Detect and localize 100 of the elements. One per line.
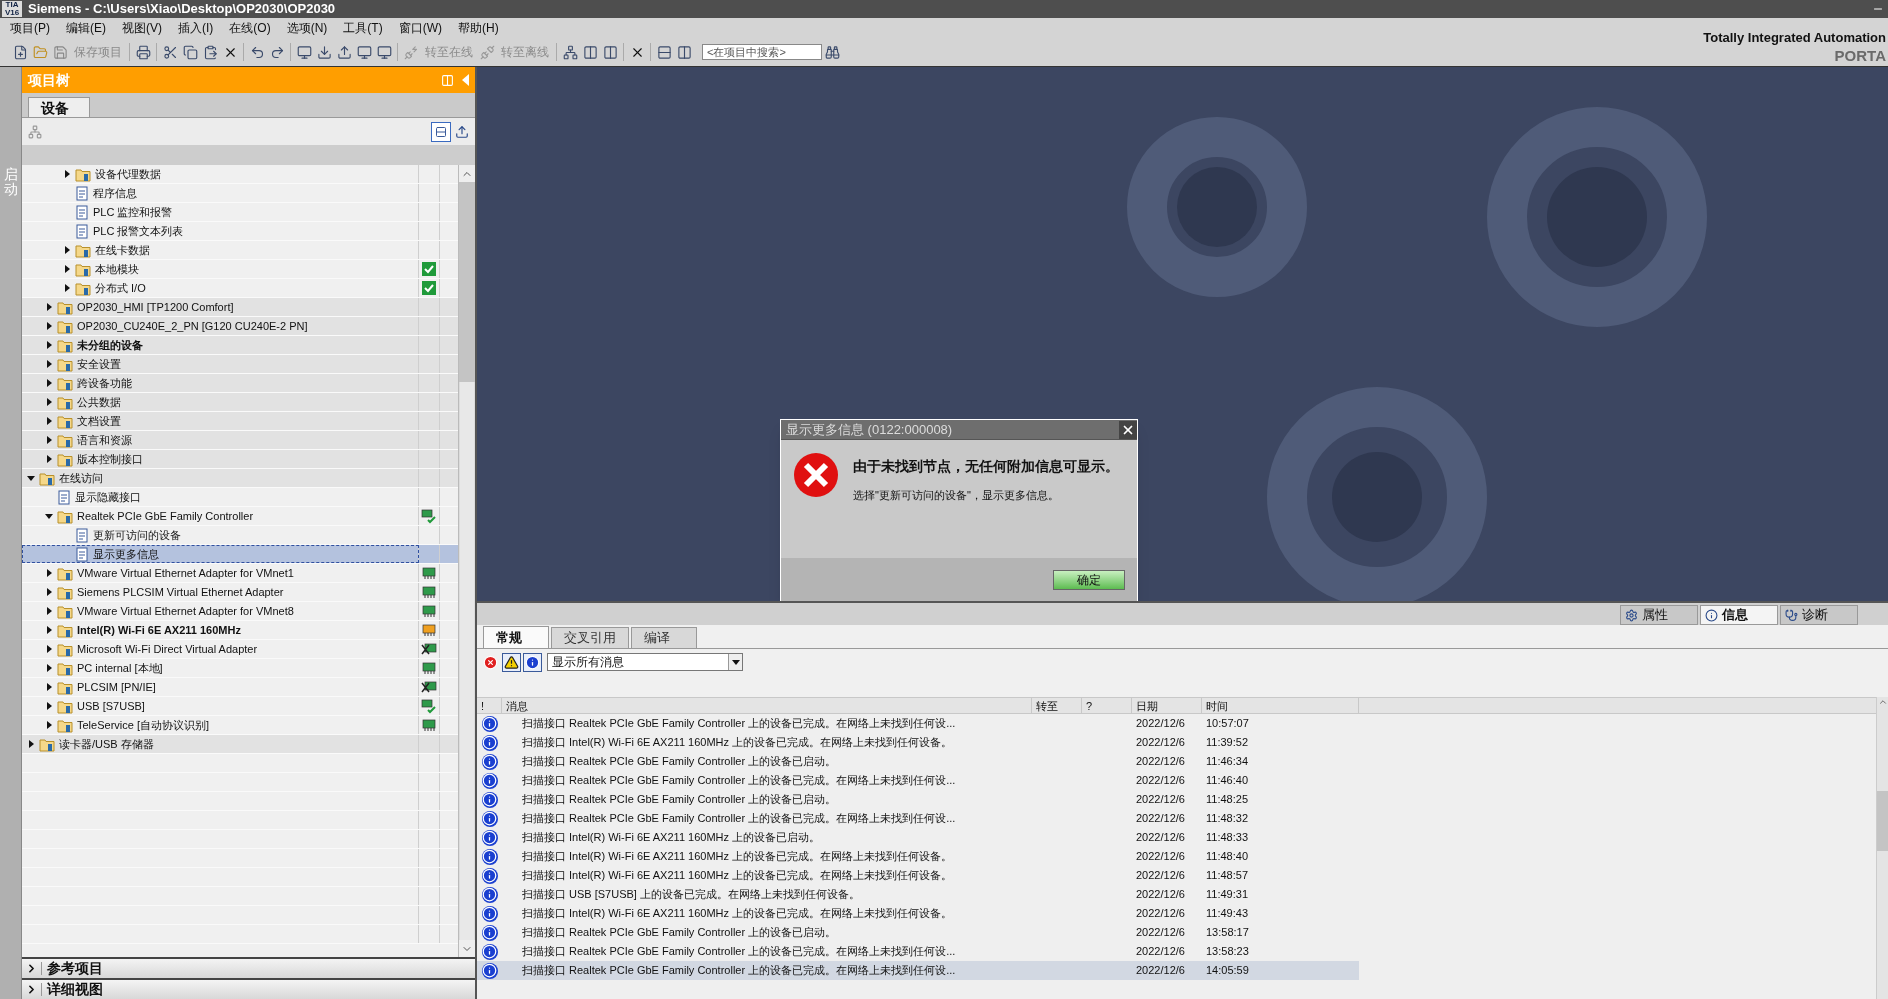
expanded-triangle-icon[interactable] [26, 473, 36, 483]
info-filter-icon[interactable] [523, 652, 542, 672]
tree-item[interactable]: 程序信息 [22, 184, 419, 202]
date-cell-text: 2022/12/6 [1135, 925, 1186, 941]
table-view-icon[interactable] [431, 121, 451, 142]
inspector-tab[interactable]: 诊断 [1780, 605, 1858, 625]
message-filter-dropdown[interactable]: 显示所有消息 [547, 653, 743, 671]
menu-item[interactable]: 窗口(W) [398, 19, 442, 37]
collapsed-triangle-icon[interactable] [44, 378, 54, 388]
tree-item[interactable]: 更新可访问的设备 [22, 526, 419, 544]
menu-item[interactable]: 项目(P) [10, 19, 50, 37]
collapsed-triangle-icon[interactable] [44, 644, 54, 654]
column-header[interactable]: 转至 [1032, 698, 1082, 713]
tree-item[interactable]: VMware Virtual Ethernet Adapter for VMnet1 [22, 564, 419, 582]
close-icon[interactable] [1119, 420, 1137, 439]
message-row[interactable]: 扫描接口 Realtek PCIe GbE Family Controller 上的设备已完成。在网络上未找到任何设... 2022/12/6 11:48:32 [477, 809, 1359, 828]
collapsed-triangle-icon[interactable] [44, 302, 54, 312]
tree-item[interactable]: Siemens PLCSIM Virtual Ethernet Adapter [22, 583, 419, 601]
column-header[interactable]: 日期 [1132, 698, 1202, 713]
message-row[interactable]: 扫描接口 Realtek PCIe GbE Family Controller 上的设备已完成。在网络上未找到任何设... 2022/12/6 13:58:23 [477, 942, 1359, 961]
collapsed-triangle-icon[interactable] [26, 739, 36, 749]
tree-item[interactable]: Realtek PCIe GbE Family Controller [22, 507, 419, 525]
collapsed-triangle-icon[interactable] [44, 416, 54, 426]
collapsed-triangle-icon[interactable] [44, 606, 54, 616]
tree-item[interactable]: PLCSIM [PN/IE] [22, 678, 419, 696]
tab[interactable]: 设备 [28, 97, 90, 117]
menu-item[interactable]: 编辑(E) [66, 19, 106, 37]
tree-item-label: 版本控制接口 [77, 451, 143, 467]
collapsed-triangle-icon[interactable] [62, 169, 72, 179]
tree-item-label: 设备代理数据 [95, 166, 161, 182]
collapsed-triangle-icon[interactable] [44, 720, 54, 730]
collapsible-section[interactable]: 详细视图 [22, 978, 475, 999]
tree-item[interactable]: 设备代理数据 [22, 165, 419, 183]
collapsed-triangle-icon[interactable] [44, 340, 54, 350]
message-row[interactable]: 扫描接口 USB [S7USB] 上的设备已完成。在网络上未找到任何设备。 2022/12/6 11:49:31 [477, 885, 1359, 904]
message-row[interactable]: 扫描接口 Realtek PCIe GbE Family Controller 上的设备已完成。在网络上未找到任何设... 2022/12/6 11:46:40 [477, 771, 1359, 790]
column-header[interactable]: ? [1082, 698, 1132, 713]
collapsible-section[interactable]: 参考项目 [22, 957, 475, 978]
column-header[interactable]: 时间 [1202, 698, 1359, 713]
scrollbar[interactable] [1876, 697, 1888, 999]
menu-item[interactable]: 在线(O) [229, 19, 271, 37]
inspector-tab[interactable]: 属性 [1620, 605, 1698, 625]
tab[interactable]: 编译 [631, 627, 697, 648]
tree-item[interactable]: Microsoft Wi-Fi Direct Virtual Adapter [22, 640, 419, 658]
collapsed-triangle-icon[interactable] [44, 568, 54, 578]
collapsed-triangle-icon[interactable] [62, 264, 72, 274]
inspector-tab[interactable]: 信息 [1700, 605, 1778, 625]
message-row[interactable]: 扫描接口 Realtek PCIe GbE Family Controller 上的设备已启动。 2022/12/6 11:48:25 [477, 790, 1359, 809]
collapsed-triangle-icon[interactable] [44, 663, 54, 673]
message-row[interactable]: 扫描接口 Intel(R) Wi-Fi 6E AX211 160MHz 上的设备已启动。 2022/12/6 11:48:33 [477, 828, 1359, 847]
tree-item[interactable]: TeleService [自动协议识别] [22, 716, 419, 734]
warning-filter-icon[interactable] [502, 652, 521, 672]
message-row[interactable]: 扫描接口 Realtek PCIe GbE Family Controller 上的设备已启动。 2022/12/6 13:58:17 [477, 923, 1359, 942]
collapsed-triangle-icon[interactable] [62, 283, 72, 293]
menu-item[interactable]: 视图(V) [122, 19, 162, 37]
tree-item[interactable]: Intel(R) Wi-Fi 6E AX211 160MHz [22, 621, 419, 639]
collapsed-triangle-icon[interactable] [62, 245, 72, 255]
message-row[interactable]: 扫描接口 Realtek PCIe GbE Family Controller 上的设备已完成。在网络上未找到任何设... 2022/12/6 14:05:59 [477, 961, 1359, 980]
search-field[interactable]: <在项目中搜索> [702, 44, 822, 60]
menu-item[interactable]: 插入(I) [178, 19, 214, 37]
collapsed-triangle-icon[interactable] [44, 587, 54, 597]
column-header[interactable]: ! [477, 698, 502, 713]
tree-item[interactable]: VMware Virtual Ethernet Adapter for VMnet8 [22, 602, 419, 620]
collapsed-triangle-icon[interactable] [44, 321, 54, 331]
menu-item[interactable]: 帮助(H) [458, 19, 499, 37]
message-row[interactable]: 扫描接口 Intel(R) Wi-Fi 6E AX211 160MHz 上的设备已完成。在网络上未找到任何设备。 2022/12/6 11:39:52 [477, 733, 1359, 752]
scrollbar-thumb[interactable] [1877, 791, 1888, 851]
tree-item[interactable]: 显示隐藏接口 [22, 488, 419, 506]
tree-item[interactable]: 本地模块 [22, 260, 419, 278]
dropdown-caret-icon[interactable] [728, 654, 742, 670]
tree-item[interactable]: PLC 报警文本列表 [22, 222, 419, 240]
collapsed-triangle-icon[interactable] [44, 701, 54, 711]
collapsed-triangle-icon[interactable] [44, 435, 54, 445]
menu-item[interactable]: 工具(T) [343, 19, 383, 37]
tree-item-label: Realtek PCIe GbE Family Controller [77, 508, 254, 524]
column-header[interactable]: 消息 [502, 698, 1032, 713]
collapsed-triangle-icon[interactable] [44, 454, 54, 464]
scrollbar[interactable] [458, 165, 475, 957]
tree-item[interactable]: 分布式 I/O [22, 279, 419, 297]
collapsed-triangle-icon[interactable] [44, 397, 54, 407]
tree-item[interactable]: 在线卡数据 [22, 241, 419, 259]
expanded-triangle-icon[interactable] [44, 511, 54, 521]
message-row[interactable]: 扫描接口 Intel(R) Wi-Fi 6E AX211 160MHz 上的设备已完成。在网络上未找到任何设备。 2022/12/6 11:49:43 [477, 904, 1359, 923]
tree-item[interactable]: PC internal [本地] [22, 659, 419, 677]
ok-button[interactable]: 确定 [1053, 570, 1125, 590]
message-row[interactable]: 扫描接口 Intel(R) Wi-Fi 6E AX211 160MHz 上的设备已完成。在网络上未找到任何设备。 2022/12/6 11:48:40 [477, 847, 1359, 866]
tree-item-label: PC internal [本地] [77, 660, 163, 676]
message-row[interactable]: 扫描接口 Intel(R) Wi-Fi 6E AX211 160MHz 上的设备已完成。在网络上未找到任何设备。 2022/12/6 11:48:57 [477, 866, 1359, 885]
scrollbar-thumb[interactable] [459, 182, 475, 382]
message-row[interactable]: 扫描接口 Realtek PCIe GbE Family Controller 上的设备已完成。在网络上未找到任何设... 2022/12/6 10:57:07 [477, 714, 1359, 733]
collapsed-triangle-icon[interactable] [44, 359, 54, 369]
tab[interactable]: 交叉引用 [551, 627, 629, 648]
collapsed-triangle-icon[interactable] [44, 625, 54, 635]
tree-item[interactable]: PLC 监控和报警 [22, 203, 419, 221]
message-row[interactable]: 扫描接口 Realtek PCIe GbE Family Controller 上的设备已启动。 2022/12/6 11:46:34 [477, 752, 1359, 771]
tab[interactable]: 常规 [483, 626, 549, 648]
collapsed-triangle-icon[interactable] [44, 682, 54, 692]
time-cell-text: 11:49:43 [1205, 906, 1249, 922]
tree-item[interactable]: USB [S7USB] [22, 697, 419, 715]
menu-item[interactable]: 选项(N) [286, 19, 328, 37]
